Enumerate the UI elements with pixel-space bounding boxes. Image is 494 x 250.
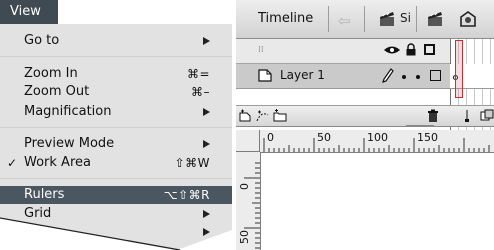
- lock-dot[interactable]: [416, 75, 420, 79]
- menu-item-label: Preview Mode: [24, 136, 115, 151]
- menu-item-go-to[interactable]: Go to: [0, 32, 232, 50]
- timeline-header: Timeline ⇦ Si: [236, 0, 494, 39]
- trash-icon[interactable]: [426, 109, 440, 123]
- view-menu-panel: View Go to Zoom In ⌘= Zoom Out ⌘– Magnif…: [0, 0, 232, 250]
- submenu-arrow-icon: [203, 140, 210, 148]
- add-motion-guide-icon[interactable]: [256, 109, 270, 123]
- visibility-dot[interactable]: [402, 75, 406, 79]
- ruler-label-50: 50: [317, 131, 331, 144]
- menu-item-label: Work Area: [24, 155, 91, 170]
- onion-skin-icon[interactable]: [480, 109, 494, 123]
- layer-row[interactable]: Layer 1: [236, 64, 450, 89]
- vruler-label-50: 50: [238, 230, 251, 244]
- edit-symbols-icon[interactable]: [458, 10, 478, 28]
- layer-name: Layer 1: [280, 68, 325, 82]
- flash-timeline-panel: Timeline ⇦ Si ⁞⁞ Layer 1 0 50 100 150 0 …: [236, 0, 494, 250]
- ruler-corner: [236, 130, 260, 152]
- menu-item-cut-off[interactable]: [0, 223, 232, 241]
- menu-item-shortcut: ⇧⌘W: [174, 156, 210, 170]
- edit-scene-icon[interactable]: [378, 10, 398, 28]
- lock-icon[interactable]: [406, 43, 416, 56]
- eye-icon[interactable]: [384, 45, 400, 55]
- menu-item-label: Grid: [24, 206, 52, 221]
- layer-outline-icon[interactable]: [430, 70, 441, 81]
- menu-item-grid[interactable]: Grid: [0, 205, 232, 223]
- header-divider: [328, 6, 329, 32]
- menu-item-preview-mode[interactable]: Preview Mode: [0, 135, 232, 153]
- pencil-icon: [382, 68, 394, 83]
- menu-item-label: Zoom In: [24, 66, 78, 81]
- layer-icon: [258, 69, 272, 82]
- menu-item-label: Go to: [24, 33, 60, 48]
- menu-item-label: Zoom Out: [24, 84, 90, 99]
- submenu-arrow-icon: [203, 228, 210, 236]
- header-divider: [364, 6, 365, 32]
- scene-name: Si: [400, 11, 411, 25]
- menu-item-zoom-in[interactable]: Zoom In ⌘=: [0, 65, 232, 83]
- layer-list-empty-area: [236, 89, 450, 105]
- view-menu-title[interactable]: View: [0, 0, 58, 24]
- back-arrow-icon[interactable]: ⇦: [338, 12, 351, 30]
- menu-item-label: Magnification: [24, 104, 112, 119]
- menu-item-rulers[interactable]: Rulers ⌥⇧⌘R: [0, 186, 232, 204]
- outline-icon[interactable]: [424, 44, 435, 55]
- menu-item-label: Rulers: [24, 187, 65, 202]
- add-layer-icon[interactable]: [238, 109, 252, 123]
- menu-separator: [0, 178, 232, 179]
- vruler-label-0: 0: [238, 183, 251, 190]
- menu-item-work-area[interactable]: ✓ Work Area ⇧⌘W: [0, 154, 232, 172]
- edit-scene-icon-2[interactable]: [426, 10, 446, 28]
- menu-item-shortcut: ⌘–: [191, 85, 210, 99]
- submenu-arrow-icon: [203, 210, 210, 218]
- menu-separator: [0, 56, 232, 57]
- checkmark-icon: ✓: [7, 156, 18, 170]
- horizontal-ruler: 0 50 100 150: [260, 130, 494, 153]
- grip-handle[interactable]: ⁞⁞: [258, 45, 264, 55]
- header-divider: [416, 6, 417, 32]
- stage-canvas[interactable]: [261, 153, 494, 250]
- ruler-label-0: 0: [267, 131, 274, 144]
- submenu-arrow-icon: [203, 37, 210, 45]
- vertical-ruler: 0 50: [236, 152, 261, 250]
- center-frame-icon[interactable]: [460, 109, 474, 123]
- ruler-label-150: 150: [417, 131, 438, 144]
- submenu-arrow-icon: [203, 108, 210, 116]
- view-menu-dropdown: Go to Zoom In ⌘= Zoom Out ⌘– Magnificati…: [0, 24, 232, 250]
- timeline-title[interactable]: Timeline: [258, 11, 313, 26]
- menu-item-shortcut: ⌘=: [186, 67, 210, 81]
- menu-item-magnification[interactable]: Magnification: [0, 103, 232, 121]
- add-folder-icon[interactable]: [273, 109, 287, 123]
- menu-item-shortcut: ⌥⇧⌘R: [163, 188, 210, 202]
- menu-item-zoom-out[interactable]: Zoom Out ⌘–: [0, 83, 232, 101]
- ruler-label-100: 100: [367, 131, 388, 144]
- menu-separator: [0, 127, 232, 128]
- playhead[interactable]: [455, 40, 463, 98]
- timeline-toolbar: [236, 105, 494, 127]
